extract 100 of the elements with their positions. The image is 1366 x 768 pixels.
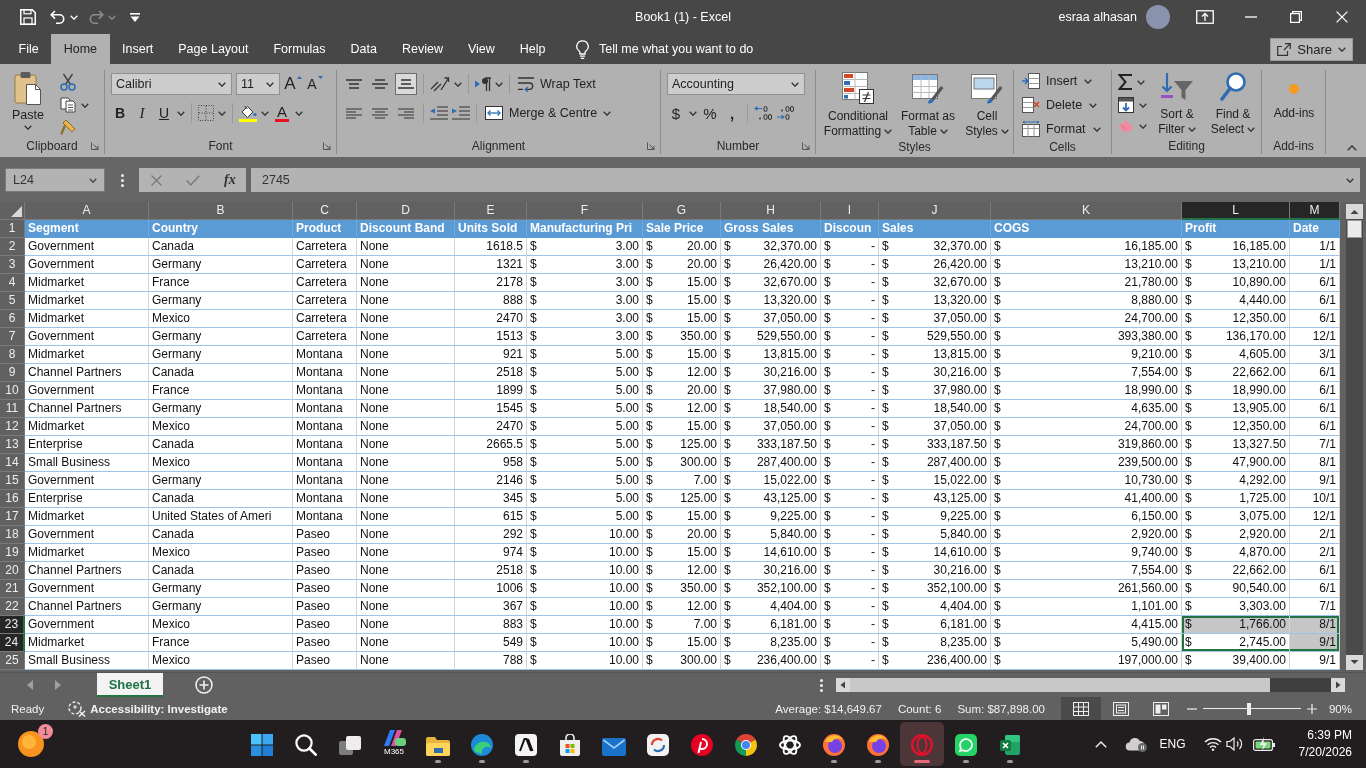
row-number[interactable]: 3 bbox=[0, 256, 25, 274]
language-indicator[interactable]: ENG bbox=[1159, 737, 1186, 751]
table-cell[interactable]: Carretera bbox=[293, 274, 357, 292]
table-cell[interactable]: Government bbox=[25, 238, 149, 256]
table-cell[interactable]: $ 13,210.00 bbox=[1182, 256, 1290, 274]
caret-icon[interactable] bbox=[295, 110, 303, 116]
table-cell[interactable]: None bbox=[357, 238, 455, 256]
caret-icon[interactable] bbox=[177, 110, 185, 116]
table-cell[interactable]: $ 287,400.00 bbox=[721, 454, 821, 472]
table-cell[interactable]: $ 9,210.00 bbox=[991, 346, 1182, 364]
merge-centre-button[interactable]: Merge & Centre bbox=[483, 102, 600, 124]
table-cell[interactable]: $ 393,380.00 bbox=[991, 328, 1182, 346]
table-cell[interactable]: $ - bbox=[821, 490, 879, 508]
table-cell[interactable]: Small Business bbox=[25, 652, 149, 670]
table-cell[interactable]: 2470 bbox=[455, 310, 527, 328]
table-cell[interactable]: Germany bbox=[149, 256, 293, 274]
table-cell[interactable]: $ - bbox=[821, 256, 879, 274]
table-cell[interactable]: $ 30,216.00 bbox=[721, 364, 821, 382]
formula-field[interactable]: 2745 bbox=[251, 168, 1360, 192]
table-cell[interactable]: None bbox=[357, 310, 455, 328]
table-cell[interactable]: $ 6,181.00 bbox=[721, 616, 821, 634]
scroll-thumb[interactable] bbox=[1347, 220, 1362, 238]
accessibility-button[interactable]: Accessibility: Investigate bbox=[90, 702, 228, 715]
row-number[interactable]: 5 bbox=[0, 292, 25, 310]
column-header[interactable]: H bbox=[721, 202, 821, 220]
table-cell[interactable]: None bbox=[357, 436, 455, 454]
table-cell[interactable]: $ 5.00 bbox=[527, 400, 643, 418]
table-cell[interactable]: Germany bbox=[149, 328, 293, 346]
table-cell[interactable]: $ 24,700.00 bbox=[991, 418, 1182, 436]
table-cell[interactable]: $ 12.00 bbox=[643, 598, 721, 616]
comma-style-button[interactable]: , bbox=[723, 102, 741, 124]
table-cell[interactable]: $ 37,980.00 bbox=[879, 382, 991, 400]
table-cell[interactable]: Enterprise bbox=[25, 490, 149, 508]
table-cell[interactable]: $ 4,635.00 bbox=[991, 400, 1182, 418]
table-cell[interactable]: $ 1,725.00 bbox=[1182, 490, 1290, 508]
table-cell[interactable]: 788 bbox=[455, 652, 527, 670]
table-cell[interactable]: Canada bbox=[149, 238, 293, 256]
column-header[interactable]: G bbox=[643, 202, 721, 220]
user-name[interactable]: esraa alhasan bbox=[1058, 10, 1137, 24]
table-cell[interactable]: $ 30,216.00 bbox=[879, 562, 991, 580]
table-cell[interactable]: $ 197,000.00 bbox=[991, 652, 1182, 670]
row-number[interactable]: 20 bbox=[0, 562, 25, 580]
table-cell[interactable]: Enterprise bbox=[25, 436, 149, 454]
table-cell[interactable]: Paseo bbox=[293, 598, 357, 616]
table-cell[interactable]: $ - bbox=[821, 544, 879, 562]
table-cell[interactable]: 2178 bbox=[455, 274, 527, 292]
table-cell[interactable]: $ 14,610.00 bbox=[879, 544, 991, 562]
table-cell[interactable]: $ 8,235.00 bbox=[721, 634, 821, 652]
column-header[interactable]: B bbox=[149, 202, 293, 220]
table-cell[interactable]: $ 32,670.00 bbox=[721, 274, 821, 292]
table-cell[interactable]: $ 5.00 bbox=[527, 364, 643, 382]
table-cell[interactable]: Montana bbox=[293, 364, 357, 382]
table-cell[interactable]: Government bbox=[25, 472, 149, 490]
table-cell[interactable]: $ 6,150.00 bbox=[991, 508, 1182, 526]
table-cell[interactable]: $ 30,216.00 bbox=[879, 364, 991, 382]
table-cell[interactable]: $ 24,700.00 bbox=[991, 310, 1182, 328]
table-cell[interactable]: 6/1 bbox=[1290, 400, 1340, 418]
table-cell[interactable]: 292 bbox=[455, 526, 527, 544]
table-cell[interactable]: 3/1 bbox=[1290, 346, 1340, 364]
table-cell[interactable]: 12/1 bbox=[1290, 508, 1340, 526]
save-icon[interactable] bbox=[20, 9, 36, 25]
table-cell[interactable]: $ 3.00 bbox=[527, 310, 643, 328]
table-cell[interactable]: $ 7,554.00 bbox=[991, 562, 1182, 580]
table-cell[interactable]: $ 350.00 bbox=[643, 328, 721, 346]
table-cell[interactable]: Montana bbox=[293, 400, 357, 418]
table-cell[interactable]: Montana bbox=[293, 436, 357, 454]
table-cell[interactable]: $ 319,860.00 bbox=[991, 436, 1182, 454]
sort-filter-button[interactable]: Sort & Filter bbox=[1151, 70, 1203, 137]
table-cell[interactable]: Carretera bbox=[293, 310, 357, 328]
table-cell[interactable]: $ 20.00 bbox=[643, 256, 721, 274]
table-cell[interactable]: None bbox=[357, 346, 455, 364]
table-cell[interactable]: France bbox=[149, 634, 293, 652]
table-cell[interactable]: $ 1,766.00 bbox=[1182, 616, 1290, 634]
table-cell[interactable]: $ 13,320.00 bbox=[721, 292, 821, 310]
table-cell[interactable]: Montana bbox=[293, 418, 357, 436]
bold-button[interactable]: B bbox=[111, 102, 129, 124]
table-cell[interactable]: $ 15.00 bbox=[643, 292, 721, 310]
column-header[interactable]: I bbox=[821, 202, 879, 220]
table-cell[interactable]: $ 15,022.00 bbox=[879, 472, 991, 490]
table-cell[interactable]: $ 5.00 bbox=[527, 346, 643, 364]
table-cell[interactable]: None bbox=[357, 292, 455, 310]
row-number[interactable]: 19 bbox=[0, 544, 25, 562]
table-cell[interactable]: $ 15,022.00 bbox=[721, 472, 821, 490]
table-cell[interactable]: $ 4,404.00 bbox=[721, 598, 821, 616]
table-cell[interactable]: 958 bbox=[455, 454, 527, 472]
table-cell[interactable]: $ 3.00 bbox=[527, 328, 643, 346]
undo-icon[interactable] bbox=[50, 10, 66, 24]
table-cell[interactable]: Montana bbox=[293, 508, 357, 526]
caret-icon[interactable] bbox=[261, 110, 269, 116]
percent-button[interactable]: % bbox=[701, 102, 719, 124]
table-cell[interactable]: Canada bbox=[149, 526, 293, 544]
table-cell[interactable]: None bbox=[357, 562, 455, 580]
ribbon-tab[interactable]: Data bbox=[338, 34, 390, 64]
conditional-formatting-button[interactable]: Conditional Formatting bbox=[822, 70, 894, 139]
table-cell[interactable]: None bbox=[357, 652, 455, 670]
row-number[interactable]: 1 bbox=[0, 220, 25, 238]
table-cell[interactable]: None bbox=[357, 616, 455, 634]
table-cell[interactable]: $ - bbox=[821, 562, 879, 580]
table-cell[interactable]: $ 5.00 bbox=[527, 382, 643, 400]
table-cell[interactable]: $ 39,400.00 bbox=[1182, 652, 1290, 670]
